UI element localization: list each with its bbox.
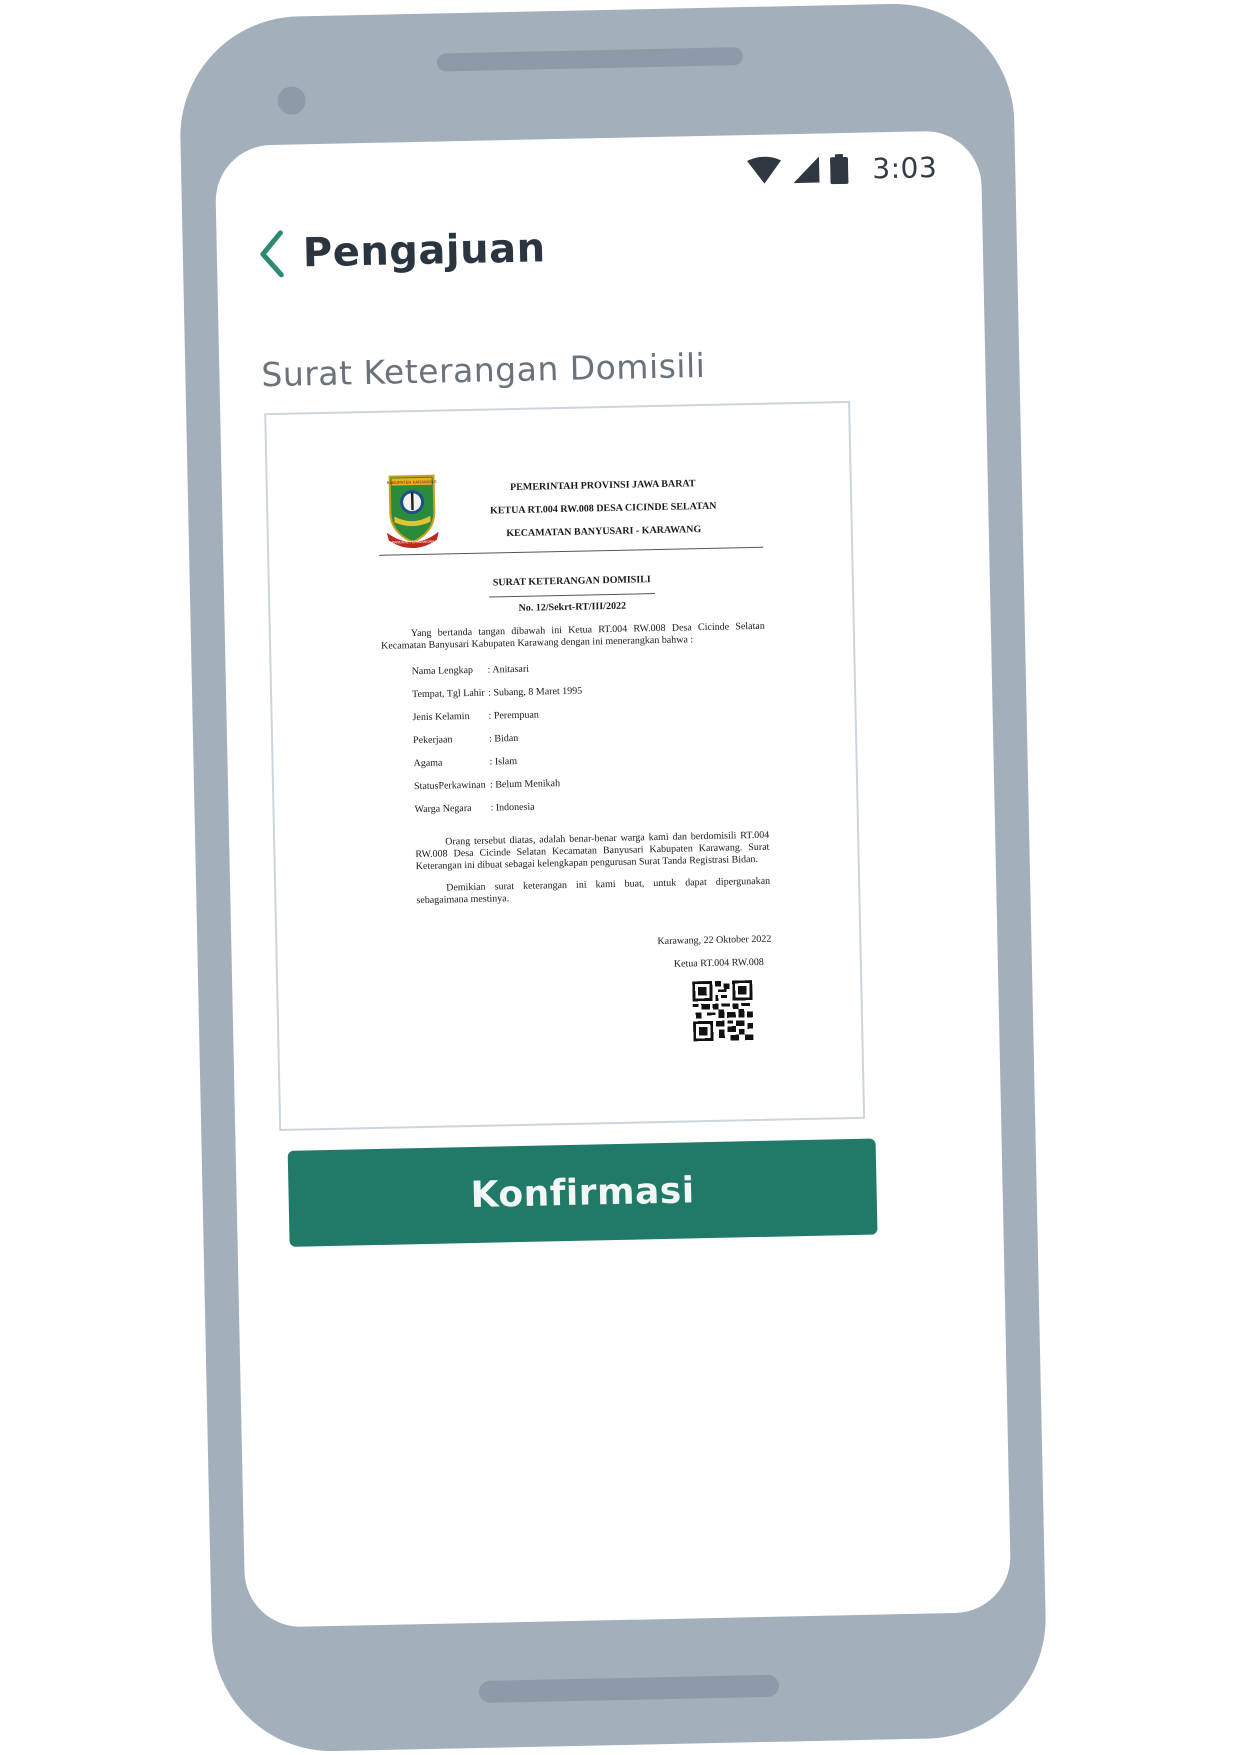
field-label: StatusPerkawinan <box>413 779 486 793</box>
field-value: : Bidan <box>488 732 519 745</box>
svg-text:KABUPATEN KARAWANG: KABUPATEN KARAWANG <box>387 479 437 485</box>
speaker-grille <box>436 47 744 72</box>
field-value: : Perempuan <box>488 709 539 722</box>
field-value: : Anitasari <box>487 663 530 676</box>
regency-emblem-icon: KABUPATEN KARAWANG PANGKAL PERJUANGAN <box>387 474 439 549</box>
letter-heading: SURAT KETERANGAN DOMISILI <box>492 574 651 589</box>
field-label: Jenis Kelamin <box>412 710 470 724</box>
field-value: : Indonesia <box>490 801 535 814</box>
field-label: Pekerjaan <box>412 734 453 747</box>
letter-date: Karawang, 22 Oktober 2022 <box>657 933 772 948</box>
status-bar: 3:03 <box>746 145 938 193</box>
field-value: : Subang, 8 Maret 1995 <box>487 685 583 699</box>
clock: 3:03 <box>871 150 938 185</box>
letter-number: No. 12/Sekrt-RT/III/2022 <box>518 600 627 614</box>
letter-opening: Yang bertanda tangan dibawah ini Ketua R… <box>380 620 765 652</box>
confirm-button[interactable]: Konfirmasi <box>287 1138 878 1247</box>
signatory-title: Ketua RT.004 RW.008 <box>673 956 764 970</box>
battery-icon <box>830 154 849 185</box>
letter-closing: Demikian surat keterangan ini kami buat,… <box>416 875 771 907</box>
letterhead-text: PEMERINTAH PROVINSI JAWA BARAT KETUA RT.… <box>444 477 763 553</box>
field-label: Warga Negara <box>414 802 472 816</box>
phone-frame: 3:03 Pengajuan Surat Keterangan Domisili… <box>177 1 1049 1754</box>
letter-fields: Nama Lengkap : Anitasari Tempat, Tgl Lah… <box>412 659 769 827</box>
page-title: Pengajuan <box>302 225 546 277</box>
letter: KABUPATEN KARAWANG PANGKAL PERJUANGAN PE… <box>377 464 772 1042</box>
letter-body: Orang tersebut diatas, adalah benar-bena… <box>415 829 770 873</box>
field-value: : Islam <box>489 755 518 768</box>
field-label: Tempat, Tgl Lahir <box>412 687 485 701</box>
front-camera <box>277 86 306 115</box>
chevron-left-icon <box>260 230 284 278</box>
field-value: : Belum Menikah <box>489 778 561 791</box>
field-label: Agama <box>413 757 443 770</box>
back-button[interactable] <box>254 225 291 284</box>
field-label: Nama Lengkap <box>411 664 474 678</box>
home-indicator <box>478 1674 780 1703</box>
document-title: Surat Keterangan Domisili <box>260 345 706 395</box>
qr-code-icon <box>692 980 754 1042</box>
app-header: Pengajuan <box>254 219 546 283</box>
heading-underline <box>489 593 656 598</box>
letter-letterhead: KABUPATEN KARAWANG PANGKAL PERJUANGAN PE… <box>377 464 764 556</box>
document-preview[interactable]: KABUPATEN KARAWANG PANGKAL PERJUANGAN PE… <box>264 400 866 1132</box>
signal-icon <box>792 156 821 185</box>
phone-screen: 3:03 Pengajuan Surat Keterangan Domisili… <box>214 130 1012 1628</box>
wifi-icon <box>746 156 783 185</box>
